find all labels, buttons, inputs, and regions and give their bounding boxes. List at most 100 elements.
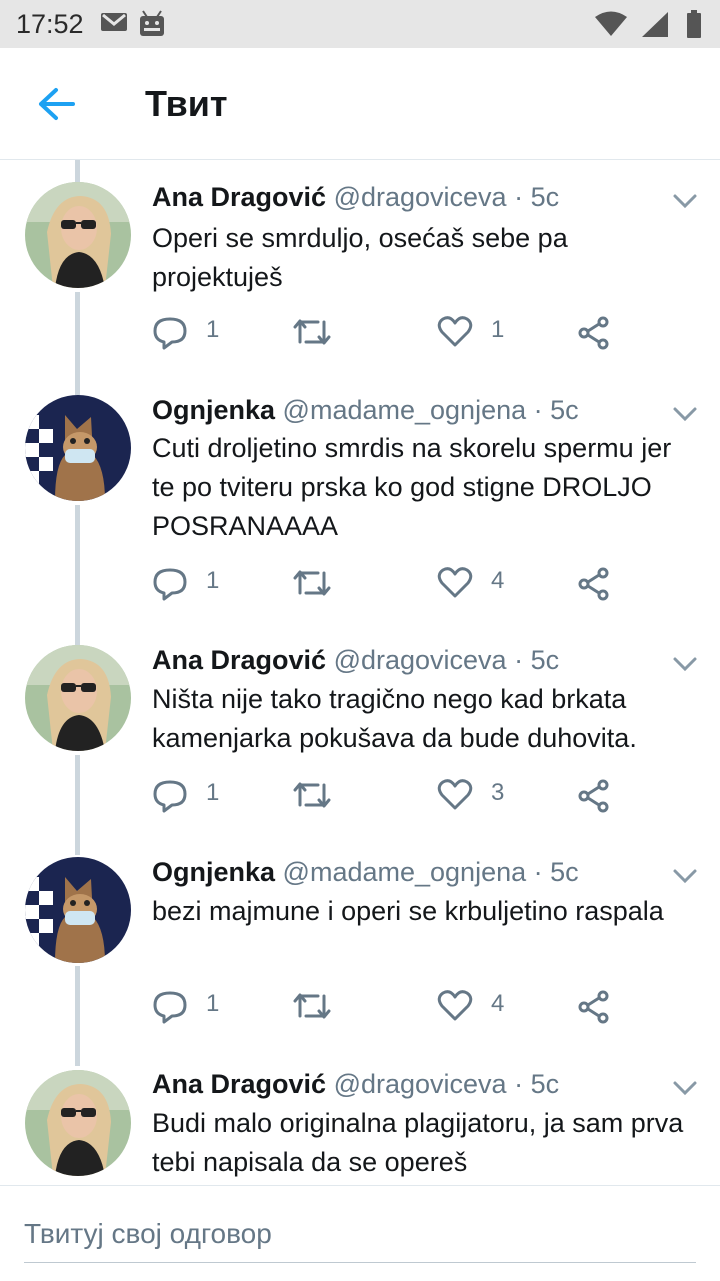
thread-connector — [75, 966, 80, 1066]
like-button[interactable]: 3 — [437, 775, 557, 815]
tweet-time: 5c — [530, 182, 560, 212]
reply-count: 1 — [206, 990, 220, 1017]
like-count: 4 — [491, 567, 505, 594]
separator-dot: · — [514, 182, 524, 212]
author-handle[interactable]: @dragoviceva — [334, 182, 507, 212]
reply-count: 1 — [206, 567, 220, 594]
tweet-text: Operi se smrduljo, osećaš sebe pa projek… — [152, 223, 568, 292]
tweet-time: 5c — [550, 857, 579, 887]
reply-button[interactable]: 1 — [152, 775, 272, 815]
reply-icon — [153, 991, 187, 1024]
tweet-text: Budi malo originalna plagijatoru, ja sam… — [152, 1108, 684, 1177]
reply-button[interactable]: 1 — [152, 563, 272, 603]
like-count: 1 — [491, 316, 505, 343]
author-handle[interactable]: @dragoviceva — [334, 1069, 507, 1099]
share-button[interactable] — [577, 563, 637, 603]
author-handle[interactable]: @madame_ognjena — [283, 395, 527, 425]
retweet-button[interactable] — [292, 563, 412, 603]
reply-count: 1 — [206, 779, 220, 806]
thread-connector — [75, 292, 80, 395]
avatar[interactable] — [25, 1070, 131, 1176]
reply-icon — [153, 317, 187, 350]
gmail-icon — [100, 10, 128, 39]
separator-dot: · — [533, 857, 543, 887]
author-name[interactable]: Ana Dragović — [152, 645, 326, 675]
android-icon — [138, 10, 166, 43]
signal-icon — [640, 10, 670, 43]
avatar[interactable] — [25, 182, 131, 288]
tweet-text: Ništa nije tako tragično nego kad brkata… — [152, 684, 637, 753]
reply-icon — [153, 568, 187, 601]
avatar[interactable] — [25, 857, 131, 963]
app-header: Твит — [0, 48, 720, 160]
heart-icon — [437, 990, 473, 1021]
chevron-down-icon[interactable] — [672, 656, 698, 672]
chevron-down-icon[interactable] — [672, 406, 698, 422]
avatar[interactable] — [25, 645, 131, 751]
chevron-down-icon[interactable] — [672, 1080, 698, 1096]
like-button[interactable]: 4 — [437, 986, 557, 1026]
separator-dot: · — [514, 645, 524, 675]
thread-connector — [75, 505, 80, 645]
chevron-down-icon[interactable] — [672, 193, 698, 209]
like-button[interactable]: 4 — [437, 563, 557, 603]
share-icon — [578, 567, 609, 601]
reply-button[interactable]: 1 — [152, 986, 272, 1026]
like-count: 4 — [491, 990, 505, 1017]
heart-icon — [437, 316, 473, 347]
tweet-actions: 1 4 — [152, 986, 712, 1026]
heart-icon — [437, 567, 473, 598]
author-name[interactable]: Ognjenka — [152, 857, 275, 887]
heart-icon — [437, 779, 473, 810]
wifi-icon — [594, 10, 628, 43]
tweet-header: Ana Dragović @dragoviceva · 5c — [152, 182, 559, 213]
retweet-button[interactable] — [292, 312, 412, 352]
avatar[interactable] — [25, 395, 131, 501]
author-name[interactable]: Ana Dragović — [152, 1069, 326, 1099]
separator-dot: · — [533, 395, 543, 425]
tweet-header: Ana Dragović @dragoviceva · 5c — [152, 645, 559, 676]
reply-input[interactable] — [24, 1206, 696, 1263]
tweet-time: 5c — [530, 1069, 560, 1099]
status-time: 17:52 — [16, 9, 84, 39]
reply-button[interactable]: 1 — [152, 312, 272, 352]
tweet-header: Ognjenka @madame_ognjena · 5c — [152, 395, 579, 426]
retweet-icon — [293, 570, 331, 596]
chevron-down-icon[interactable] — [672, 868, 698, 884]
reply-count: 1 — [206, 316, 220, 343]
tweet-text: Cuti droljetino smrdis na skorelu spermu… — [152, 433, 672, 541]
tweet-time: 5c — [550, 395, 579, 425]
page-title: Твит — [145, 83, 228, 124]
battery-icon — [686, 10, 702, 43]
status-bar: 17:52 — [0, 0, 720, 48]
tweet-thread: Ana Dragović @dragoviceva · 5c Operi se … — [0, 160, 720, 1185]
share-icon — [578, 316, 609, 350]
tweet-time: 5c — [530, 645, 560, 675]
reply-icon — [153, 780, 187, 813]
tweet-text: bezi majmune i operi se krbuljetino rasp… — [152, 896, 664, 926]
author-handle[interactable]: @madame_ognjena — [283, 857, 527, 887]
author-name[interactable]: Ognjenka — [152, 395, 275, 425]
tweet-header: Ognjenka @madame_ognjena · 5c — [152, 857, 579, 888]
share-button[interactable] — [577, 986, 637, 1026]
thread-connector — [75, 755, 80, 855]
share-button[interactable] — [577, 312, 637, 352]
tweet-actions: 1 1 — [152, 312, 712, 352]
share-icon — [578, 990, 609, 1024]
retweet-icon — [293, 319, 331, 345]
back-arrow-icon[interactable] — [36, 86, 76, 122]
like-count: 3 — [491, 779, 505, 806]
retweet-button[interactable] — [292, 986, 412, 1026]
author-handle[interactable]: @dragoviceva — [334, 645, 507, 675]
separator-dot: · — [514, 1069, 524, 1099]
tweet-actions: 1 4 — [152, 563, 712, 603]
retweet-button[interactable] — [292, 775, 412, 815]
retweet-icon — [293, 993, 331, 1019]
like-button[interactable]: 1 — [437, 312, 557, 352]
share-button[interactable] — [577, 775, 637, 815]
retweet-icon — [293, 782, 331, 808]
author-name[interactable]: Ana Dragović — [152, 182, 326, 212]
tweet-header: Ana Dragović @dragoviceva · 5c — [152, 1069, 559, 1100]
thread-connector — [75, 160, 80, 182]
reply-bar — [0, 1185, 720, 1281]
